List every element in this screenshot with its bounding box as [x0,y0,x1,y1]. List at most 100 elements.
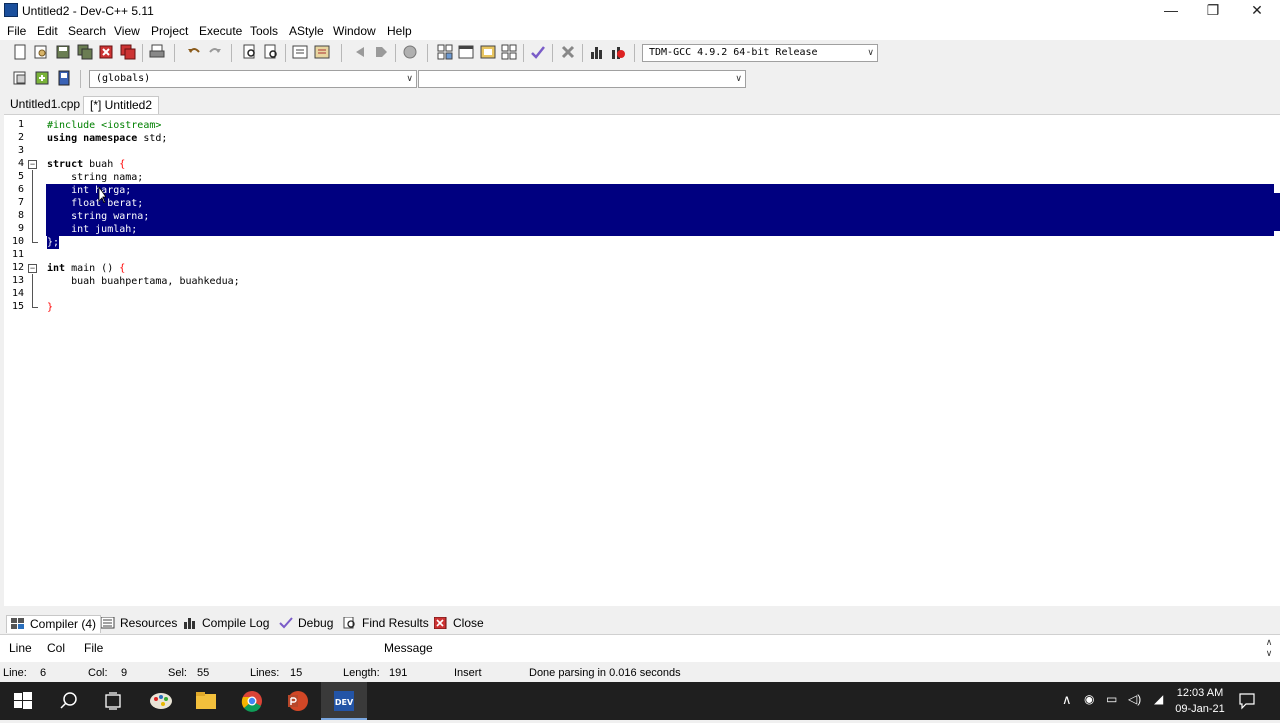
indent-icon[interactable] [292,44,308,60]
delete-profile-icon[interactable] [610,44,626,60]
scrollbar-indicator[interactable] [1274,193,1280,231]
tab-compiler[interactable]: Compiler (4) [6,615,102,633]
profile-chart-icon[interactable] [589,44,605,60]
column-header-message[interactable]: Message [384,641,433,655]
open-file-icon[interactable] [33,44,49,60]
tab-find-results[interactable]: Find Results [343,615,429,633]
new-project-icon[interactable] [12,70,28,86]
windows-logo-icon [14,692,32,709]
taskbar-app-explorer[interactable] [183,682,229,720]
menu-bar: File Edit Search View Project Execute To… [0,22,1280,40]
compiler-select[interactable]: TDM-GCC 4.9.2 64-bit Release ∨ [642,44,878,62]
print-icon[interactable] [149,44,165,60]
notifications-icon[interactable] [1238,692,1256,713]
svg-text:DEV: DEV [335,698,354,707]
message-scrollbar[interactable]: ∧ ∨ [1262,637,1276,661]
tray-chevron-icon[interactable]: ∧ [1062,692,1072,708]
powerpoint-icon [288,691,308,711]
line-number: 12 [11,262,24,273]
project-options-icon[interactable] [56,70,72,86]
stop-icon[interactable] [560,44,576,60]
tab-untitled2[interactable]: [*] Untitled2 [83,96,160,114]
compile-check-icon[interactable] [530,44,546,60]
line-number: 11 [11,249,24,260]
mouse-cursor-icon [98,185,107,204]
tab-compile-log[interactable]: Compile Log [183,615,269,633]
start-button[interactable] [0,682,46,720]
taskbar-app-chrome[interactable] [229,682,275,720]
redo-icon[interactable] [207,44,223,60]
tab-debug[interactable]: Debug [279,615,333,633]
menu-search[interactable]: Search [68,24,106,38]
folder-icon [196,692,216,709]
code-editor[interactable]: 1 2 3 4 5 6 7 8 9 10 11 12 13 14 15 − − … [4,114,1280,606]
window-icon[interactable] [458,44,474,60]
goto-icon[interactable] [402,44,418,60]
unindent-icon[interactable] [314,44,330,60]
line-number: 3 [17,145,24,156]
menu-file[interactable]: File [7,24,26,38]
status-col-value: 9 [121,667,128,679]
grid-icon[interactable] [501,44,517,60]
secondary-toolbar: (globals) ∨ ∨ [0,66,1280,92]
code-line-2: using namespace std; [47,133,168,144]
selection-highlight [46,197,1274,210]
tray-network-icon[interactable]: ▭ [1106,692,1117,706]
member-select[interactable]: ∨ [418,70,746,88]
add-to-project-icon[interactable] [34,70,50,86]
tray-security-icon[interactable]: ◉ [1084,692,1094,706]
close-button[interactable]: ✕ [1234,0,1280,22]
bottom-panel-tabs: Compiler (4) Resources Compile Log Debug… [0,612,1280,634]
tab-close[interactable]: Close [433,615,484,633]
system-clock[interactable]: 12:03 AM 09-Jan-21 [1172,685,1228,717]
class-browser-icon[interactable] [480,44,496,60]
close-file-icon[interactable] [98,44,114,60]
taskbar-app-paint[interactable] [138,682,184,720]
chart-icon [183,617,197,629]
tray-volume-icon[interactable]: ◁) [1128,692,1141,706]
menu-view[interactable]: View [114,24,140,38]
find-icon[interactable] [242,44,258,60]
menu-help[interactable]: Help [387,24,412,38]
tray-wifi-icon[interactable]: ◢ [1154,692,1163,706]
menu-window[interactable]: Window [333,24,376,38]
back-icon[interactable] [352,44,368,60]
save-all-icon[interactable] [77,44,93,60]
restore-button[interactable]: ❐ [1190,0,1236,22]
undo-icon[interactable] [186,44,202,60]
menu-project[interactable]: Project [151,24,188,38]
project-view-icon[interactable] [437,44,453,60]
forward-icon[interactable] [373,44,389,60]
code-line-4: struct buah { [47,159,126,170]
taskbar-app-devcpp[interactable]: DEV [321,682,367,720]
replace-icon[interactable] [263,44,279,60]
menu-astyle[interactable]: AStyle [289,24,324,38]
menu-edit[interactable]: Edit [37,24,58,38]
column-header-file[interactable]: File [84,641,103,655]
search-button[interactable] [46,682,92,720]
status-length-label: Length: [343,667,380,679]
new-file-icon[interactable] [12,44,28,60]
editor-tabs: Untitled1.cpp [*] Untitled2 [0,94,1280,114]
fold-toggle-icon[interactable]: − [28,264,37,273]
close-all-icon[interactable] [120,44,136,60]
code-line-8: string warna; [47,211,150,222]
status-length-value: 191 [389,667,408,679]
scope-select[interactable]: (globals) ∨ [89,70,417,88]
compiler-grid-icon [11,618,25,630]
clock-time: 12:03 AM [1176,687,1224,699]
devcpp-icon: DEV [334,691,354,711]
task-view-button[interactable] [90,682,136,720]
taskbar-app-powerpoint[interactable] [275,682,321,720]
column-header-line[interactable]: Line [9,641,32,655]
menu-tools[interactable]: Tools [250,24,278,38]
tab-untitled1[interactable]: Untitled1.cpp [4,96,86,114]
menu-execute[interactable]: Execute [199,24,242,38]
fold-toggle-icon[interactable]: − [28,160,37,169]
column-header-col[interactable]: Col [47,641,65,655]
tab-resources[interactable]: Resources [100,615,177,633]
save-icon[interactable] [55,44,71,60]
line-number: 10 [11,236,24,247]
line-number: 1 [17,119,24,130]
minimize-button[interactable]: ― [1148,0,1194,22]
